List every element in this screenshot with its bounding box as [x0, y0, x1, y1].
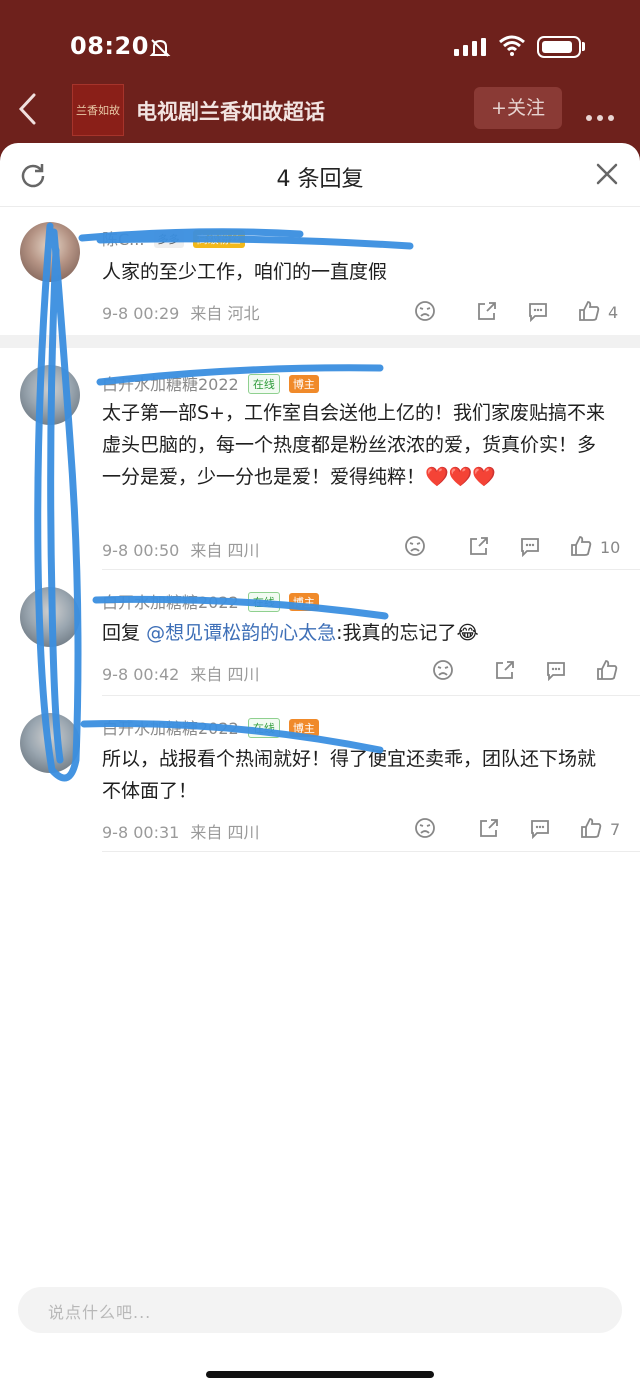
comment-icon[interactable] [545, 659, 567, 681]
comment-meta: 9-8 00:31 来自 四川 [102, 819, 260, 843]
like-count: 10 [600, 538, 621, 557]
comment-location: 来自 四川 [190, 823, 260, 842]
comment-icon[interactable] [519, 535, 541, 557]
fan-level-badge: 高级粉丝 [192, 230, 245, 248]
like-count: 4 [608, 303, 619, 322]
like-thumb-icon[interactable] [578, 300, 600, 322]
close-icon[interactable] [596, 163, 618, 185]
battery-icon [537, 36, 581, 58]
share-icon[interactable] [478, 817, 500, 839]
cellular-signal-icon [454, 38, 486, 56]
comment-actions: 10 [404, 535, 640, 561]
comment-text: 人家的至少工作，咱们的一直度假 [102, 261, 388, 283]
avatar[interactable] [20, 713, 80, 773]
reply-body: :我真的忘记了😂 [336, 622, 479, 644]
sheet-title: 4 条回复 [276, 167, 364, 192]
comment-text: 太子第一部S+，工作室自会送他上亿的！我们家废贴搞不来虚头巴脑的，每一个热度都是… [102, 402, 605, 488]
like-count: 7 [610, 820, 621, 839]
comment-icon[interactable] [529, 817, 551, 839]
more-options-icon[interactable] [586, 106, 619, 125]
section-divider [0, 335, 640, 348]
nav-row: 兰香如故 电视剧兰香如故超话 +关注 [0, 84, 640, 136]
share-icon[interactable] [476, 300, 498, 322]
row-divider [102, 851, 640, 852]
dislike-face-icon[interactable] [432, 659, 454, 681]
row-divider [102, 569, 640, 570]
comment-username[interactable]: 陈C... 多多 高级粉丝 [102, 226, 245, 250]
sheet-header: 4 条回复 [0, 143, 640, 207]
dislike-face-icon[interactable] [414, 817, 436, 839]
comment-text: 回复 @想见谭松韵的心太急:我真的忘记了😂 [102, 617, 612, 649]
reply-input-placeholder: 说点什么吧... [48, 1303, 152, 1322]
status-bar: 08:20 [0, 28, 640, 68]
follow-button[interactable]: +关注 [474, 87, 562, 129]
share-icon[interactable] [494, 659, 516, 681]
comment-icon[interactable] [527, 300, 549, 322]
online-badge: 在线 [247, 592, 280, 612]
avatar[interactable] [20, 222, 80, 282]
comment-meta: 9-8 00:42 来自 四川 [102, 661, 260, 685]
avatar[interactable] [20, 587, 80, 647]
comment-text: 所以，战报看个热闹就好！得了便宜还卖乖，团队还下场就不体面了！ [102, 748, 597, 802]
comment-item: 白开水加糖糖2022 在线 博主 回复 @想见谭松韵的心太急:我真的忘记了😂 9… [0, 581, 640, 691]
row-divider [102, 695, 640, 696]
comment-actions: 4 [414, 300, 640, 326]
comment-time: 9-8 00:50 [102, 541, 180, 560]
comment-username[interactable]: 白开水加糖糖2022 在线 博主 [102, 371, 319, 395]
comment-time: 9-8 00:42 [102, 665, 180, 684]
replies-sheet: 4 条回复 陈C... 多多 高级粉丝 人家的至少工作，咱们的一直度假 9-8 … [0, 143, 640, 1391]
topic-title[interactable]: 电视剧兰香如故超话 [136, 96, 325, 126]
blogger-badge: 博主 [288, 719, 319, 737]
blogger-badge: 博主 [288, 375, 319, 393]
mute-bell-icon [149, 39, 171, 57]
comment-meta: 9-8 00:50 来自 四川 [102, 537, 260, 561]
comment-location: 来自 四川 [190, 541, 260, 560]
dislike-face-icon[interactable] [404, 535, 426, 557]
online-badge: 在线 [247, 718, 280, 738]
mention-link[interactable]: @想见谭松韵的心太急 [146, 622, 336, 644]
blogger-badge: 博主 [288, 593, 319, 611]
comment-time: 9-8 00:31 [102, 823, 180, 842]
comment-username[interactable]: 白开水加糖糖2022 在线 博主 [102, 715, 319, 739]
comment-location: 来自 河北 [190, 304, 260, 323]
home-indicator [206, 1371, 434, 1378]
like-thumb-icon[interactable] [596, 659, 618, 681]
wifi-icon [499, 35, 525, 56]
comment-item: 白开水加糖糖2022 在线 博主 所以，战报看个热闹就好！得了便宜还卖乖，团队还… [0, 707, 640, 857]
dislike-face-icon[interactable] [414, 300, 436, 322]
member-badge: 多多 [153, 230, 184, 248]
comment-actions [432, 659, 640, 685]
comment-meta: 9-8 00:29 来自 河北 [102, 300, 260, 324]
battery-cap [582, 42, 585, 51]
like-thumb-icon[interactable] [570, 535, 592, 557]
topic-logo[interactable]: 兰香如故 [72, 84, 124, 136]
online-badge: 在线 [247, 374, 280, 394]
comment-username[interactable]: 白开水加糖糖2022 在线 博主 [102, 589, 319, 613]
share-icon[interactable] [468, 535, 490, 557]
comment-actions: 7 [414, 817, 640, 843]
reply-input[interactable]: 说点什么吧... [18, 1287, 622, 1333]
comment-item: 陈C... 多多 高级粉丝 人家的至少工作，咱们的一直度假 9-8 00:29 … [0, 218, 640, 338]
app-header-area: 08:20 兰香如故 电视剧兰香如故超话 +关注 [0, 0, 640, 150]
like-thumb-icon[interactable] [580, 817, 602, 839]
status-time: 08:20 [70, 32, 149, 60]
comment-location: 来自 四川 [190, 665, 260, 684]
comment-time: 9-8 00:29 [102, 304, 180, 323]
comment-item: 白开水加糖糖2022 在线 博主 太子第一部S+，工作室自会送他上亿的！我们家废… [0, 359, 640, 569]
back-arrow-icon[interactable] [16, 92, 40, 126]
avatar[interactable] [20, 365, 80, 425]
reply-prefix: 回复 [102, 622, 141, 644]
